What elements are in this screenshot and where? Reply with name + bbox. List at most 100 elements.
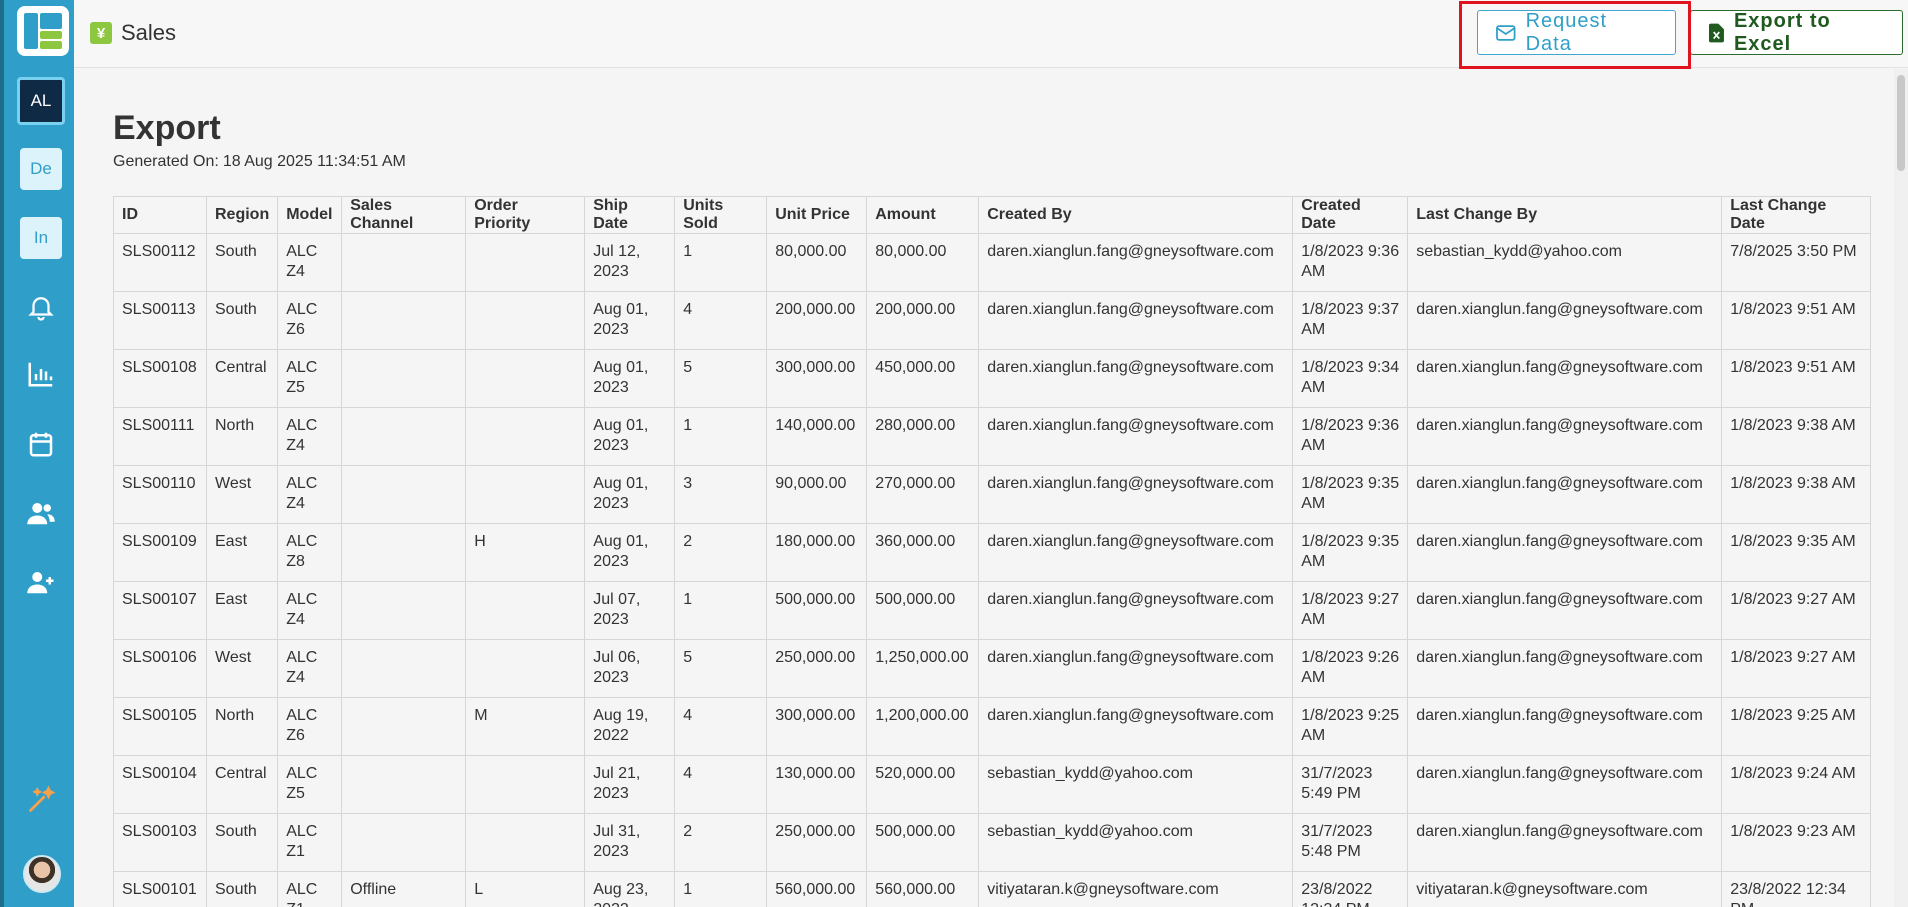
table-cell: Aug 01, 2023 (584, 523, 676, 582)
table-cell: West (205, 639, 279, 698)
table-cell: 300,000.00 (766, 697, 868, 756)
table-cell: H (465, 523, 586, 582)
table-header-row: ID Region Model Sales Channel Order Priority… (113, 196, 1872, 234)
scrollbar-thumb[interactable] (1897, 75, 1905, 171)
table-row[interactable]: SLS00108 Central ALC Z5 Aug 01, 2023 5 300,00… (113, 349, 1872, 408)
table-row[interactable]: SLS00106 West ALC Z4 Jul 06, 2023 5 250,000.0… (113, 639, 1872, 698)
table-cell: East (205, 523, 279, 582)
table-cell: 1/8/2023 9:34 AM (1292, 349, 1409, 408)
table-row[interactable]: SLS00112 South ALC Z4 Jul 12, 2023 1 80,000.0… (113, 233, 1872, 292)
column-header: Created Date (1292, 196, 1409, 234)
table-cell: SLS00111 (113, 407, 207, 466)
app-switch-in[interactable]: In (20, 217, 62, 259)
user-avatar[interactable] (23, 855, 61, 893)
highlight-box (1459, 1, 1691, 69)
table-cell: North (205, 697, 279, 756)
table-cell: 1/8/2023 9:36 AM (1292, 233, 1409, 292)
table-cell: vitiyataran.k@gneysoftware.com (1407, 871, 1723, 907)
table-cell (341, 523, 467, 582)
table-cell: 1/8/2023 9:35 AM (1721, 523, 1872, 582)
table-cell: ALC Z1 (277, 871, 343, 907)
table-cell: Aug 01, 2023 (584, 349, 676, 408)
table-cell: 1/8/2023 9:38 AM (1721, 407, 1872, 466)
table-row[interactable]: SLS00104 Central ALC Z5 Jul 21, 2023 4 130,00… (113, 755, 1872, 814)
table-cell: SLS00104 (113, 755, 207, 814)
table-row[interactable]: SLS00111 North ALC Z4 Aug 01, 2023 1 140,000.… (113, 407, 1872, 466)
table-cell: sebastian_kydd@yahoo.com (1407, 233, 1723, 292)
table-cell: SLS00110 (113, 465, 207, 524)
table-cell: South (205, 233, 279, 292)
table-cell: 250,000.00 (766, 639, 868, 698)
table-cell: SLS00113 (113, 291, 207, 350)
app-logo[interactable] (17, 6, 69, 56)
table-cell: 2 (674, 523, 768, 582)
calendar-icon[interactable] (24, 427, 58, 461)
generated-value: 18 Aug 2025 11:34:51 AM (222, 153, 406, 170)
table-cell: ALC Z4 (277, 407, 343, 466)
table-cell: daren.xianglun.fang@gneysoftware.com (1407, 291, 1723, 350)
table-cell (341, 291, 467, 350)
table-row[interactable]: SLS00105 North ALC Z6 M Aug 19, 2022 4 300,000… (113, 697, 1872, 756)
table-row[interactable]: SLS00101SouthALC Z1OfflineLAug 23, 20221… (113, 871, 1872, 907)
main-content: Export Generated On: 18 Aug 2025 11:34:51… (74, 69, 1890, 907)
column-header: Region (205, 196, 279, 234)
sales-app-icon: ¥ (90, 22, 112, 44)
table-cell: 500,000.00 (766, 581, 868, 640)
table-cell (465, 349, 586, 408)
magic-wand-icon[interactable] (24, 783, 58, 817)
table-row[interactable]: SLS00107 East ALC Z4 Jul 07, 2023 1 500,000.0… (113, 581, 1872, 640)
table-cell: 80,000.00 (766, 233, 868, 292)
table-cell: ALC Z6 (277, 697, 343, 756)
table-cell: 450,000.00 (866, 349, 980, 408)
sidebar: AL De In (0, 0, 74, 907)
table-cell: 1/8/2023 9:35 AM (1292, 465, 1409, 524)
bar-chart-icon[interactable] (24, 357, 58, 391)
table-cell: daren.xianglun.fang@gneysoftware.com (978, 465, 1294, 524)
table-cell: SLS00101 (113, 871, 207, 907)
table-cell: daren.xianglun.fang@gneysoftware.com (1407, 465, 1723, 524)
table-row[interactable]: SLS00109 East ALC Z8 H Aug 01, 2023 2 180,000.… (113, 523, 1872, 582)
table-cell: Aug 23, 2022 (584, 871, 676, 907)
table-cell: 1/8/2023 9:27 AM (1721, 581, 1872, 640)
table-cell (341, 813, 467, 872)
users-icon[interactable] (24, 496, 58, 530)
sales-table: ID Region Model Sales Channel Order Priority… (113, 196, 1872, 907)
table-cell (465, 755, 586, 814)
table-cell: 180,000.00 (766, 523, 868, 582)
add-user-icon[interactable] (24, 565, 58, 599)
table-cell: Aug 19, 2022 (584, 697, 676, 756)
table-cell: 1 (674, 871, 768, 907)
table-cell: 4 (674, 697, 768, 756)
vertical-scrollbar[interactable] (1894, 69, 1908, 907)
table-cell: M (465, 697, 586, 756)
table-cell: 1/8/2023 9:36 AM (1292, 407, 1409, 466)
app-switch-al[interactable]: AL (17, 77, 65, 125)
table-cell: 1/8/2023 9:23 AM (1721, 813, 1872, 872)
table-cell (341, 465, 467, 524)
table-cell: daren.xianglun.fang@gneysoftware.com (978, 291, 1294, 350)
table-cell: daren.xianglun.fang@gneysoftware.com (1407, 349, 1723, 408)
table-cell: SLS00105 (113, 697, 207, 756)
table-cell: ALC Z4 (277, 581, 343, 640)
table-cell: 1/8/2023 9:51 AM (1721, 349, 1872, 408)
table-row[interactable]: SLS00113 South ALC Z6 Aug 01, 2023 4 200,000.… (113, 291, 1872, 350)
export-excel-button[interactable]: Export to Excel (1690, 10, 1903, 55)
table-cell: daren.xianglun.fang@gneysoftware.com (1407, 697, 1723, 756)
table-cell: ALC Z6 (277, 291, 343, 350)
table-row[interactable]: SLS00103 South ALC Z1 Jul 31, 2023 2 250,000.… (113, 813, 1872, 872)
table-cell: Aug 01, 2023 (584, 465, 676, 524)
app-switch-de[interactable]: De (20, 148, 62, 190)
table-cell: 1 (674, 407, 768, 466)
table-cell: 23/8/2022 12:34 PM (1292, 871, 1409, 907)
table-cell (465, 581, 586, 640)
table-row[interactable]: SLS00110 West ALC Z4 Aug 01, 2023 3 90,000.00… (113, 465, 1872, 524)
table-cell: 4 (674, 291, 768, 350)
table-cell: SLS00108 (113, 349, 207, 408)
table-cell: Offline (341, 871, 467, 907)
column-header: Last Change By (1407, 196, 1723, 234)
table-cell (341, 581, 467, 640)
table-cell: 1 (674, 233, 768, 292)
table-cell: 560,000.00 (766, 871, 868, 907)
table-cell: ALC Z1 (277, 813, 343, 872)
bell-icon[interactable] (24, 290, 58, 324)
